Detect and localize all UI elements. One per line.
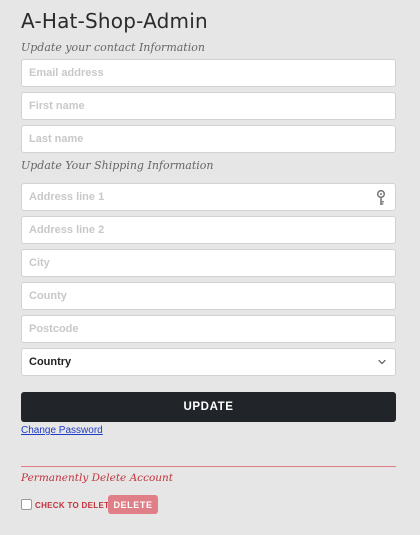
danger-divider (21, 466, 396, 467)
address-line-2-field[interactable] (21, 216, 396, 244)
update-button[interactable]: UPDATE (21, 392, 396, 422)
page-title: A-Hat-Shop-Admin (21, 9, 208, 33)
last-name-field[interactable] (21, 125, 396, 153)
account-form: A-Hat-Shop-Admin Update your contact Inf… (21, 8, 396, 514)
key-icon[interactable] (376, 190, 386, 206)
country-select-value: Country (29, 356, 72, 368)
contact-section-label: Update your contact Information (21, 41, 205, 54)
delete-account-button[interactable]: DELETE (108, 495, 158, 514)
postcode-input[interactable] (22, 316, 395, 342)
city-field[interactable] (21, 249, 396, 277)
county-field[interactable] (21, 282, 396, 310)
city-input[interactable] (22, 250, 395, 276)
postcode-field[interactable] (21, 315, 396, 343)
country-select[interactable]: Country (21, 348, 396, 376)
last-name-input[interactable] (22, 126, 395, 152)
delete-confirm-label: CHECK TO DELETE (35, 501, 115, 510)
address-line-1-input[interactable] (22, 184, 395, 210)
address-line-2-input[interactable] (22, 217, 395, 243)
chevron-down-icon (378, 359, 386, 365)
email-field[interactable] (21, 59, 396, 87)
county-input[interactable] (22, 283, 395, 309)
first-name-field[interactable] (21, 92, 396, 120)
delete-account-label: Permanently Delete Account (21, 472, 174, 484)
address-line-1-field[interactable] (21, 183, 396, 211)
change-password-link[interactable]: Change Password (21, 425, 103, 436)
shipping-section-label: Update Your Shipping Information (21, 159, 214, 172)
email-input[interactable] (22, 60, 395, 86)
delete-confirm-checkbox[interactable] (21, 499, 32, 510)
first-name-input[interactable] (22, 93, 395, 119)
